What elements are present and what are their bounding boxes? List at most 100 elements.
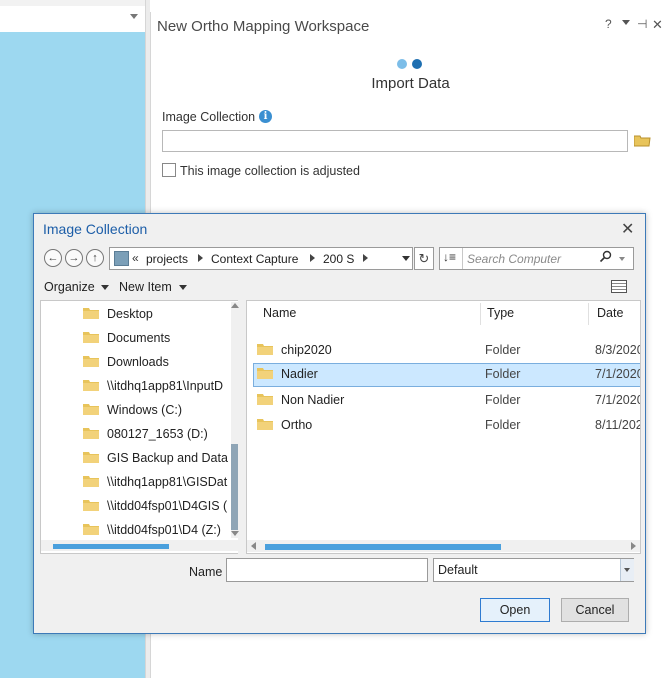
folder-icon <box>83 475 100 491</box>
file-date: 8/3/2020 <box>595 343 641 357</box>
nav-item-d4gis-share[interactable]: \\itdd04fsp01\D4GIS ( <box>83 494 228 518</box>
nav-item-label: \\itdhq1app81\InputD <box>107 379 224 393</box>
table-row[interactable]: chip2020 Folder 8/3/2020 <box>253 339 641 361</box>
breadcrumb-projects[interactable]: projects <box>146 252 188 266</box>
dropdown-button[interactable] <box>620 559 634 581</box>
table-row[interactable]: Non Nadier Folder 7/1/2020 <box>253 389 641 411</box>
name-label: Name <box>189 565 223 579</box>
file-type: Folder <box>485 367 521 381</box>
file-name: Non Nadier <box>281 393 345 407</box>
options-menu-icon[interactable] <box>622 20 630 25</box>
folder-icon <box>257 393 274 409</box>
navigation-pane[interactable]: Desktop Documents Downloads \\itdhq1app8… <box>40 300 239 554</box>
file-date: 7/1/2020 <box>595 367 641 381</box>
nav-item-desktop[interactable]: Desktop <box>83 302 228 326</box>
chevron-down-icon[interactable] <box>130 14 138 19</box>
nav-item-drive-d[interactable]: 080127_1653 (D:) <box>83 422 228 446</box>
folder-icon <box>83 379 100 395</box>
info-icon[interactable]: i <box>259 110 272 123</box>
nav-item-d4-z[interactable]: \\itdd04fsp01\D4 (Z:) <box>83 518 228 542</box>
scrollbar-thumb[interactable] <box>53 544 169 549</box>
search-divider <box>462 248 463 269</box>
nav-item-label: \\itdhq1app81\GISDat <box>107 475 228 489</box>
filter-value: Default <box>438 563 478 577</box>
column-header-name[interactable]: Name <box>263 306 296 320</box>
folder-icon <box>83 403 100 419</box>
nav-item-inputd-share[interactable]: \\itdhq1app81\InputD <box>83 374 228 398</box>
breadcrumb-context-capture[interactable]: Context Capture <box>211 252 298 266</box>
adjusted-checkbox-label: This image collection is adjusted <box>180 164 360 178</box>
file-type: Folder <box>485 418 521 432</box>
chevron-right-icon[interactable] <box>198 254 203 262</box>
column-header-type[interactable]: Type <box>487 306 514 320</box>
chevron-down-icon[interactable] <box>179 285 187 290</box>
scroll-left-icon[interactable] <box>251 542 256 550</box>
new-item-menu[interactable]: New Item <box>119 280 172 294</box>
view-options-icon[interactable] <box>611 280 627 293</box>
search-icon[interactable] <box>599 250 612 266</box>
folder-icon <box>83 451 100 467</box>
adjusted-checkbox[interactable] <box>162 163 176 177</box>
organize-menu[interactable]: Organize <box>44 280 95 294</box>
step-indicator-2 <box>412 59 422 69</box>
pin-icon[interactable]: ⊣ <box>637 17 647 31</box>
nav-item-label: Documents <box>107 331 171 345</box>
nav-item-gisdat-share[interactable]: \\itdhq1app81\GISDat <box>83 470 228 494</box>
folder-icon <box>83 499 100 515</box>
search-input[interactable]: Search Computer <box>467 252 561 266</box>
close-icon[interactable]: ✕ <box>652 17 663 33</box>
table-row[interactable]: Nadier Folder 7/1/2020 <box>253 363 641 387</box>
browse-folder-icon[interactable] <box>633 134 651 150</box>
nav-item-documents[interactable]: Documents <box>83 326 228 350</box>
chevron-down-icon[interactable] <box>619 257 625 261</box>
scroll-right-icon[interactable] <box>631 542 636 550</box>
image-collection-label: Image Collection <box>162 110 256 124</box>
file-name: Nadier <box>281 367 318 381</box>
chevron-down-icon[interactable] <box>101 285 109 290</box>
search-box[interactable]: ↓≡ Search Computer <box>439 247 634 270</box>
help-icon[interactable]: ? <box>605 17 612 31</box>
forward-arrow-icon[interactable]: → <box>65 249 83 267</box>
folder-icon <box>257 367 274 383</box>
folder-icon <box>257 418 274 434</box>
breadcrumb-overflow[interactable]: « <box>132 251 139 265</box>
file-date: 7/1/2020 <box>595 393 641 407</box>
nav-item-label: \\itdd04fsp01\D4GIS ( <box>107 499 228 513</box>
nav-item-label: Windows (C:) <box>107 403 183 417</box>
folder-icon <box>83 427 100 443</box>
nav-item-downloads[interactable]: Downloads <box>83 350 228 374</box>
chevron-right-icon[interactable] <box>363 254 368 262</box>
dialog-title: Image Collection <box>43 221 148 237</box>
cancel-button[interactable]: Cancel <box>561 598 629 622</box>
nav-item-windows-c[interactable]: Windows (C:) <box>83 398 228 422</box>
chevron-down-icon[interactable] <box>402 256 410 261</box>
back-arrow-icon[interactable]: ← <box>44 249 62 267</box>
scroll-up-icon[interactable] <box>231 303 239 308</box>
chevron-right-icon[interactable] <box>310 254 315 262</box>
scrollbar-thumb[interactable] <box>265 544 501 550</box>
column-header-date[interactable]: Date <box>597 306 623 320</box>
name-input[interactable] <box>226 558 428 582</box>
column-separator[interactable] <box>588 303 589 325</box>
nav-item-gis-backup[interactable]: GIS Backup and Data S <box>83 446 228 470</box>
column-separator[interactable] <box>480 303 481 325</box>
close-icon[interactable]: ✕ <box>621 219 634 239</box>
table-row[interactable]: Ortho Folder 8/11/2020 <box>253 414 640 436</box>
breadcrumb-200-s[interactable]: 200 S <box>323 252 354 266</box>
open-button[interactable]: Open <box>480 598 550 622</box>
refresh-icon[interactable]: ↻ <box>414 247 434 270</box>
folder-icon <box>83 355 100 371</box>
sort-icon[interactable]: ↓≡ <box>443 250 456 264</box>
folder-icon <box>83 331 100 347</box>
file-type: Folder <box>485 393 521 407</box>
file-type: Folder <box>485 343 521 357</box>
scrollbar-thumb[interactable] <box>231 444 238 530</box>
image-collection-input[interactable] <box>162 130 628 152</box>
file-name: Ortho <box>281 418 313 432</box>
scroll-down-icon[interactable] <box>231 531 239 536</box>
filter-select[interactable]: Default <box>433 558 634 582</box>
up-arrow-icon[interactable]: ↑ <box>86 249 104 267</box>
image-collection-dialog: Image Collection ✕ ← → ↑ « projects Cont… <box>33 213 646 634</box>
file-list[interactable]: Name Type Date chip2020 Folder 8/3/2020 … <box>246 300 641 554</box>
address-bar[interactable]: « projects Context Capture 200 S <box>109 247 413 270</box>
